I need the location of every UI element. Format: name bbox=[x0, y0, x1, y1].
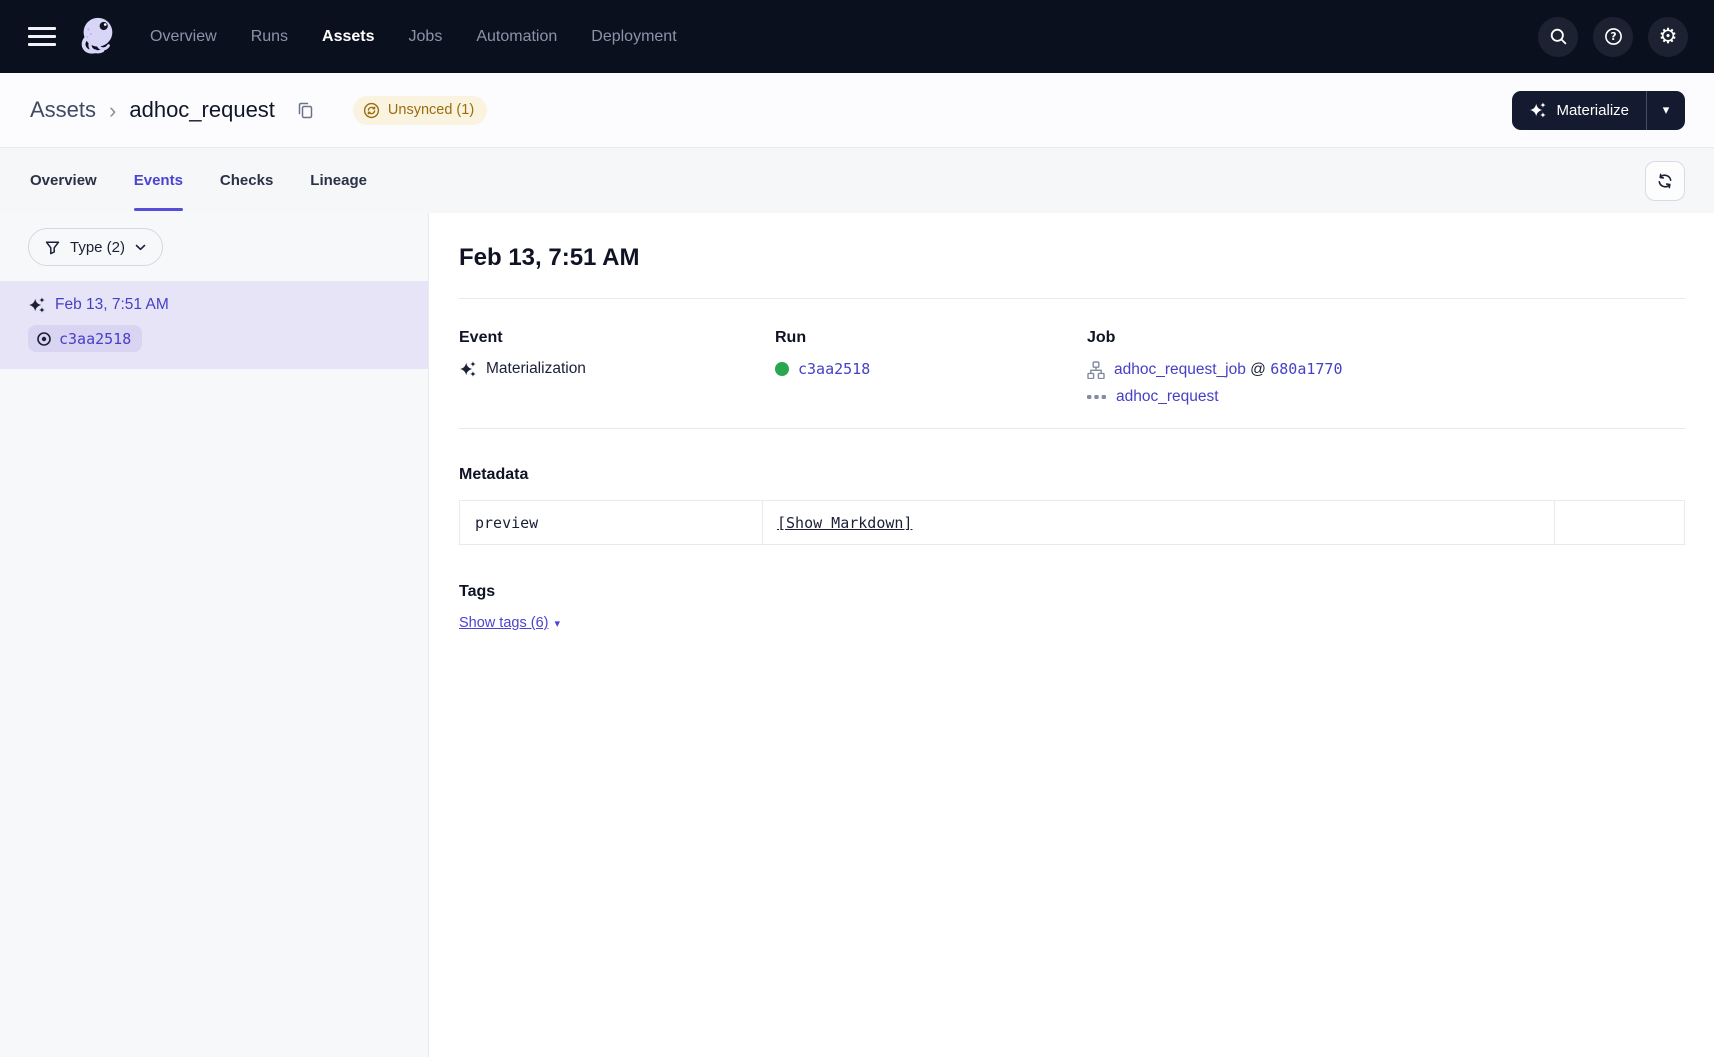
dagster-octopus-icon bbox=[74, 14, 120, 60]
event-column-label: Event bbox=[459, 328, 775, 348]
run-id-tag[interactable]: c3aa2518 bbox=[28, 325, 142, 352]
job-row: adhoc_request_job @ 680a1770 bbox=[1087, 360, 1685, 379]
materialization-sparkle-icon bbox=[28, 296, 46, 314]
job-column-label: Job bbox=[1087, 328, 1685, 348]
chevron-down-icon: ▾ bbox=[1663, 102, 1670, 118]
type-filter-label: Type (2) bbox=[70, 239, 125, 256]
show-tags-link[interactable]: Show tags (6) ▾ bbox=[459, 615, 560, 631]
navbar-actions: ? ⚙ bbox=[1538, 17, 1688, 57]
asset-key-icon bbox=[1087, 393, 1107, 401]
sync-status-icon bbox=[363, 102, 380, 119]
settings-button[interactable]: ⚙ bbox=[1648, 17, 1688, 57]
materialize-button-label: Materialize bbox=[1556, 102, 1629, 119]
chevron-right-icon: › bbox=[109, 96, 116, 124]
event-timestamp-row: Feb 13, 7:51 AM bbox=[28, 296, 400, 314]
run-column-label: Run bbox=[775, 328, 1087, 348]
tab-events[interactable]: Events bbox=[134, 148, 183, 213]
run-status-icon bbox=[36, 331, 52, 347]
asset-key-row: adhoc_request bbox=[1087, 388, 1685, 406]
materialize-dropdown-button[interactable]: ▾ bbox=[1646, 91, 1685, 130]
materialize-split-button: Materialize ▾ bbox=[1512, 91, 1685, 130]
content-area: Type (2) Feb 13, 7:51 AM c bbox=[0, 213, 1714, 1057]
run-column: Run c3aa2518 bbox=[775, 328, 1087, 406]
divider bbox=[459, 298, 1685, 299]
top-navbar: Overview Runs Assets Jobs Automation Dep… bbox=[0, 0, 1714, 73]
primary-nav: Overview Runs Assets Jobs Automation Dep… bbox=[150, 28, 677, 46]
metadata-section-title: Metadata bbox=[459, 465, 1685, 485]
dagster-logo[interactable] bbox=[74, 14, 120, 60]
refresh-icon bbox=[1656, 172, 1674, 190]
job-graph-icon bbox=[1087, 361, 1105, 379]
nav-item-deployment[interactable]: Deployment bbox=[591, 28, 676, 46]
refresh-button[interactable] bbox=[1645, 161, 1685, 201]
tab-overview[interactable]: Overview bbox=[30, 148, 97, 213]
event-timestamp: Feb 13, 7:51 AM bbox=[55, 296, 169, 314]
search-icon bbox=[1549, 27, 1568, 46]
breadcrumb-assets-link[interactable]: Assets bbox=[30, 97, 96, 123]
help-button[interactable]: ? bbox=[1593, 17, 1633, 57]
type-filter-button[interactable]: Type (2) bbox=[28, 228, 163, 266]
breadcrumb: Assets › adhoc_request bbox=[30, 96, 315, 124]
run-id-tag-label: c3aa2518 bbox=[59, 330, 131, 348]
copy-icon bbox=[296, 101, 315, 120]
run-id-link[interactable]: c3aa2518 bbox=[798, 360, 870, 378]
show-tags-label: Show tags (6) bbox=[459, 615, 548, 631]
chevron-down-icon bbox=[135, 244, 146, 251]
event-info-grid: Event Materialization Run c3aa2518 bbox=[459, 328, 1685, 406]
menu-icon[interactable] bbox=[26, 23, 58, 50]
tags-section-title: Tags bbox=[459, 582, 1685, 602]
job-at-separator: @ bbox=[1250, 361, 1266, 378]
page-title: adhoc_request bbox=[129, 97, 275, 123]
unsynced-badge[interactable]: Unsynced (1) bbox=[353, 96, 487, 125]
svg-text:?: ? bbox=[1610, 31, 1616, 43]
event-column: Event Materialization bbox=[459, 328, 775, 406]
asset-key-link[interactable]: adhoc_request bbox=[1116, 388, 1219, 406]
run-row: c3aa2518 bbox=[775, 360, 1087, 378]
nav-item-jobs[interactable]: Jobs bbox=[409, 28, 443, 46]
event-detail-panel: Feb 13, 7:51 AM Event Materialization Ru… bbox=[429, 213, 1714, 1057]
event-type-value: Materialization bbox=[486, 360, 586, 378]
event-list-sidebar: Type (2) Feb 13, 7:51 AM c bbox=[0, 213, 429, 1057]
job-version-link[interactable]: 680a1770 bbox=[1270, 360, 1342, 378]
help-icon: ? bbox=[1603, 26, 1624, 47]
nav-item-automation[interactable]: Automation bbox=[476, 28, 557, 46]
event-detail-heading: Feb 13, 7:51 AM bbox=[459, 243, 1685, 273]
page-header: Assets › adhoc_request Unsynced (1) M bbox=[0, 73, 1714, 147]
search-button[interactable] bbox=[1538, 17, 1578, 57]
job-column: Job adhoc_request_job @ 680a1770 bbox=[1087, 328, 1685, 406]
divider bbox=[459, 428, 1685, 429]
event-type-row: Materialization bbox=[459, 360, 775, 378]
job-name-link[interactable]: adhoc_request_job bbox=[1114, 361, 1246, 378]
asset-tabs: Overview Events Checks Lineage bbox=[0, 147, 1714, 213]
materialize-button[interactable]: Materialize bbox=[1512, 91, 1646, 130]
metadata-table: preview [Show Markdown] bbox=[459, 500, 1685, 545]
filter-funnel-icon bbox=[45, 240, 60, 255]
caret-down-icon: ▾ bbox=[554, 617, 560, 630]
metadata-row: preview [Show Markdown] bbox=[460, 501, 1685, 545]
unsynced-badge-label: Unsynced (1) bbox=[388, 102, 474, 118]
event-list-item-selected[interactable]: Feb 13, 7:51 AM c3aa2518 bbox=[0, 281, 428, 369]
tab-checks[interactable]: Checks bbox=[220, 148, 273, 213]
nav-item-assets[interactable]: Assets bbox=[322, 28, 374, 46]
gear-icon: ⚙ bbox=[1659, 26, 1678, 47]
filter-row: Type (2) bbox=[0, 213, 428, 281]
run-success-dot-icon bbox=[775, 362, 789, 376]
materialization-sparkle-icon bbox=[459, 360, 477, 378]
metadata-value-cell: [Show Markdown] bbox=[763, 501, 1555, 545]
metadata-empty-cell bbox=[1555, 501, 1685, 545]
nav-item-overview[interactable]: Overview bbox=[150, 28, 217, 46]
copy-asset-name-button[interactable] bbox=[296, 101, 315, 120]
nav-item-runs[interactable]: Runs bbox=[251, 28, 288, 46]
show-markdown-link[interactable]: [Show Markdown] bbox=[777, 514, 912, 532]
metadata-key-cell: preview bbox=[460, 501, 763, 545]
sparkle-icon bbox=[1529, 101, 1547, 119]
tab-lineage[interactable]: Lineage bbox=[310, 148, 367, 213]
job-link-line: adhoc_request_job @ 680a1770 bbox=[1114, 360, 1342, 379]
